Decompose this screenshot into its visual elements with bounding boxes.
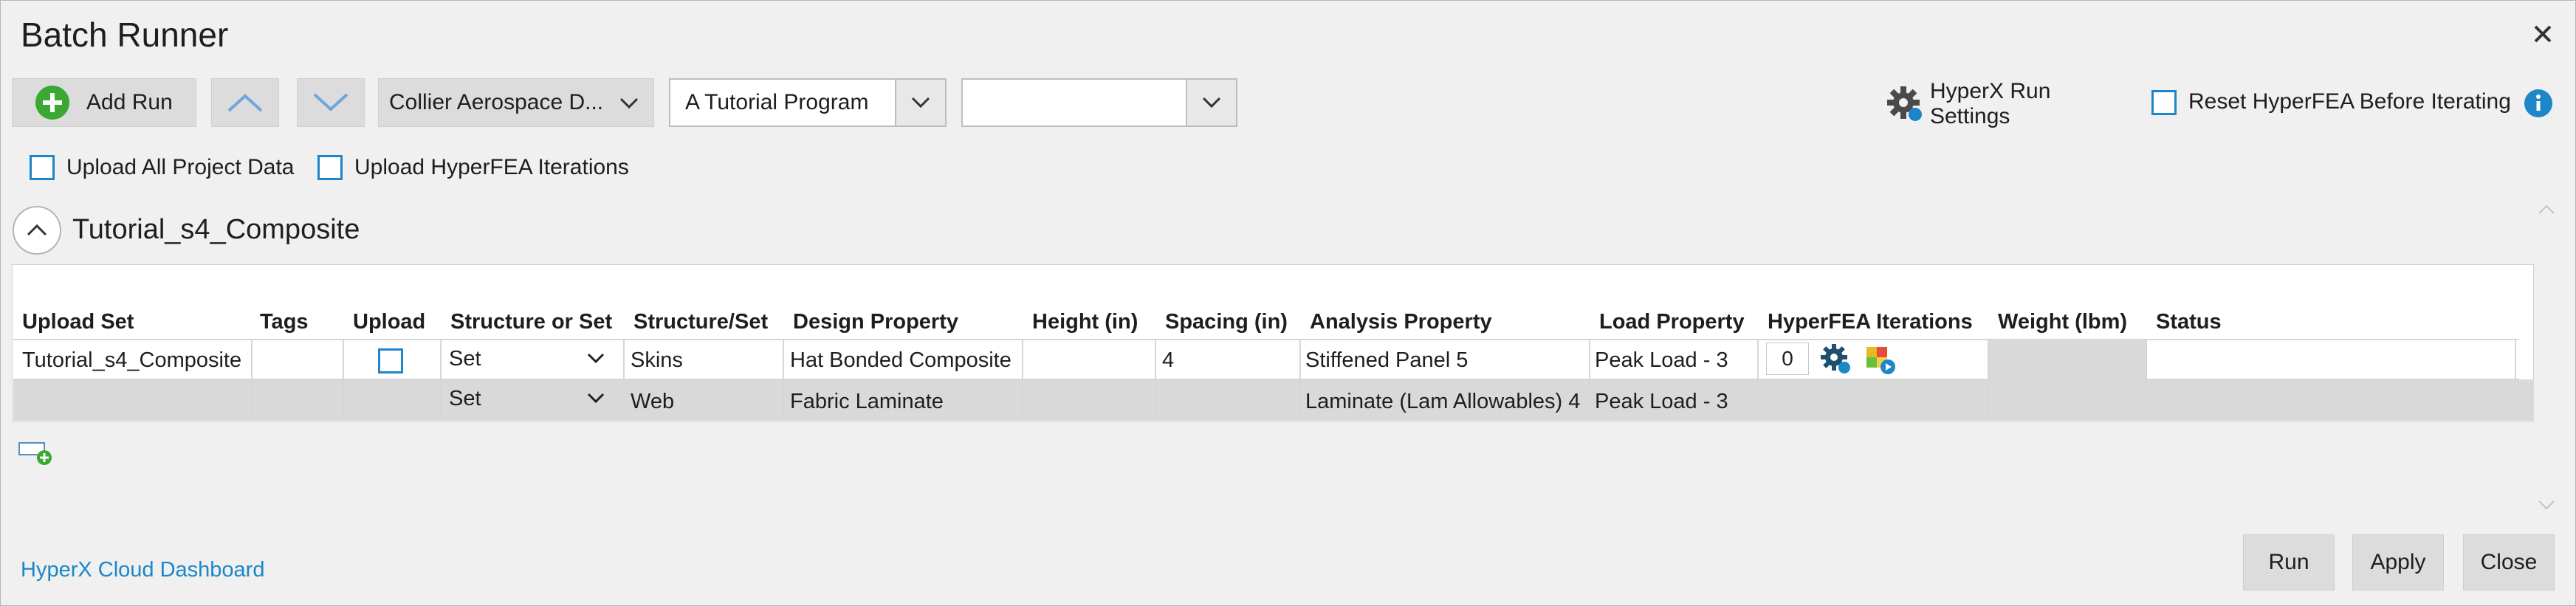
- header-upload-set: Upload Set: [22, 310, 134, 334]
- program-combo[interactable]: A Tutorial Program: [669, 78, 947, 127]
- header-weight: Weight (lbm): [1998, 310, 2128, 334]
- header-tags: Tags: [260, 310, 309, 334]
- move-down-button[interactable]: [297, 78, 365, 127]
- cell-design-property[interactable]: Hat Bonded Composite: [790, 348, 1011, 373]
- scroll-up-icon[interactable]: [2537, 204, 2556, 216]
- program-combo-dropdown[interactable]: [895, 80, 945, 125]
- col-divider: [1155, 340, 1156, 421]
- row-divider: [13, 379, 2519, 380]
- col-divider: [1299, 340, 1301, 421]
- window-title: Batch Runner: [21, 16, 229, 54]
- upload-iterations-label: Upload HyperFEA Iterations: [354, 155, 629, 179]
- info-icon[interactable]: [2524, 89, 2553, 118]
- program-combo-value: A Tutorial Program: [685, 90, 869, 114]
- col-divider: [623, 340, 625, 421]
- iterations-field[interactable]: 0: [1766, 342, 1809, 375]
- header-design-property: Design Property: [793, 310, 958, 334]
- col-divider: [1988, 340, 1989, 421]
- company-combo[interactable]: Collier Aerospace D...: [378, 78, 654, 127]
- col-divider: [2146, 340, 2147, 421]
- hyperx-cloud-dashboard-link[interactable]: HyperX Cloud Dashboard: [21, 558, 264, 582]
- group-title: Tutorial_s4_Composite: [72, 214, 360, 245]
- cell-structure-or-set[interactable]: Set: [449, 387, 481, 411]
- upload-iterations-checkbox[interactable]: [317, 155, 343, 180]
- chevron-up-icon: [227, 94, 263, 112]
- iteration-settings-gear-icon[interactable]: [1819, 342, 1852, 375]
- header-structure-or-set: Structure or Set: [450, 310, 613, 334]
- add-icon: [35, 86, 69, 120]
- add-run-label: Add Run: [86, 90, 173, 114]
- col-divider: [1022, 340, 1023, 421]
- header-hyperfea-iterations: HyperFEA Iterations: [1768, 310, 1973, 334]
- run-settings-button[interactable]: HyperX Run Settings: [1886, 79, 2137, 128]
- reset-hyperfea-checkbox[interactable]: [2151, 90, 2177, 115]
- header-load-property: Load Property: [1599, 310, 1745, 334]
- close-icon[interactable]: [2525, 16, 2560, 52]
- add-run-button[interactable]: Add Run: [12, 78, 196, 127]
- chevron-down-icon[interactable]: [586, 351, 605, 365]
- col-divider: [343, 340, 344, 421]
- weight-cell-readonly: [1988, 340, 2146, 379]
- cell-design-property[interactable]: Fabric Laminate: [790, 390, 944, 414]
- cell-upload-set[interactable]: Tutorial_s4_Composite: [22, 348, 241, 373]
- chevron-down-icon: [1202, 97, 1221, 109]
- cell-analysis-property[interactable]: Laminate (Lam Allowables) 4: [1305, 390, 1580, 414]
- add-row-icon[interactable]: [18, 440, 53, 466]
- row-divider: [13, 339, 2519, 340]
- col-divider: [1589, 340, 1590, 421]
- chevron-down-icon: [619, 97, 639, 109]
- col-divider: [783, 340, 784, 421]
- move-up-button[interactable]: [211, 78, 279, 127]
- close-button[interactable]: Close: [2463, 534, 2555, 590]
- cell-spacing[interactable]: 4: [1162, 348, 1174, 373]
- upload-all-project-label: Upload All Project Data: [66, 155, 295, 179]
- col-divider: [251, 340, 253, 421]
- upload-all-project-checkbox[interactable]: [30, 155, 55, 180]
- cell-structure-or-set[interactable]: Set: [449, 347, 481, 371]
- run-button[interactable]: Run: [2243, 534, 2335, 590]
- chevron-down-icon: [911, 97, 930, 109]
- third-combo[interactable]: [961, 78, 1237, 127]
- apply-button-label: Apply: [2370, 550, 2426, 574]
- iterations-value: 0: [1782, 347, 1793, 370]
- gear-icon: [1886, 86, 1922, 121]
- third-combo-dropdown[interactable]: [1186, 80, 1236, 125]
- col-divider: [440, 340, 442, 421]
- header-upload: Upload: [353, 310, 426, 334]
- header-height: Height (in): [1032, 310, 1138, 334]
- company-combo-value: Collier Aerospace D...: [389, 90, 604, 114]
- cell-structure-set[interactable]: Web: [631, 390, 674, 414]
- run-settings-label: HyperX Run Settings: [1929, 79, 2051, 128]
- chevron-down-icon[interactable]: [586, 391, 605, 404]
- col-divider: [1757, 340, 1759, 421]
- run-iteration-icon[interactable]: [1864, 342, 1897, 376]
- col-divider: [2515, 340, 2516, 379]
- cell-load-property[interactable]: Peak Load - 3: [1595, 390, 1728, 414]
- header-status: Status: [2156, 310, 2222, 334]
- header-spacing: Spacing (in): [1165, 310, 1288, 334]
- cell-load-property[interactable]: Peak Load - 3: [1595, 348, 1728, 373]
- header-structure-set: Structure/Set: [633, 310, 769, 334]
- cell-structure-set[interactable]: Skins: [631, 348, 683, 373]
- cell-analysis-property[interactable]: Stiffened Panel 5: [1305, 348, 1468, 373]
- apply-button[interactable]: Apply: [2352, 534, 2444, 590]
- row-upload-checkbox[interactable]: [378, 348, 403, 373]
- scroll-down-icon[interactable]: [2537, 499, 2556, 511]
- header-analysis-property: Analysis Property: [1310, 310, 1492, 334]
- reset-hyperfea-label: Reset HyperFEA Before Iterating: [2188, 89, 2511, 114]
- close-button-label: Close: [2480, 550, 2538, 574]
- table-row[interactable]: [13, 379, 2534, 421]
- chevron-down-icon: [313, 93, 348, 111]
- collapse-group-button[interactable]: [12, 205, 62, 255]
- run-button-label: Run: [2268, 550, 2309, 574]
